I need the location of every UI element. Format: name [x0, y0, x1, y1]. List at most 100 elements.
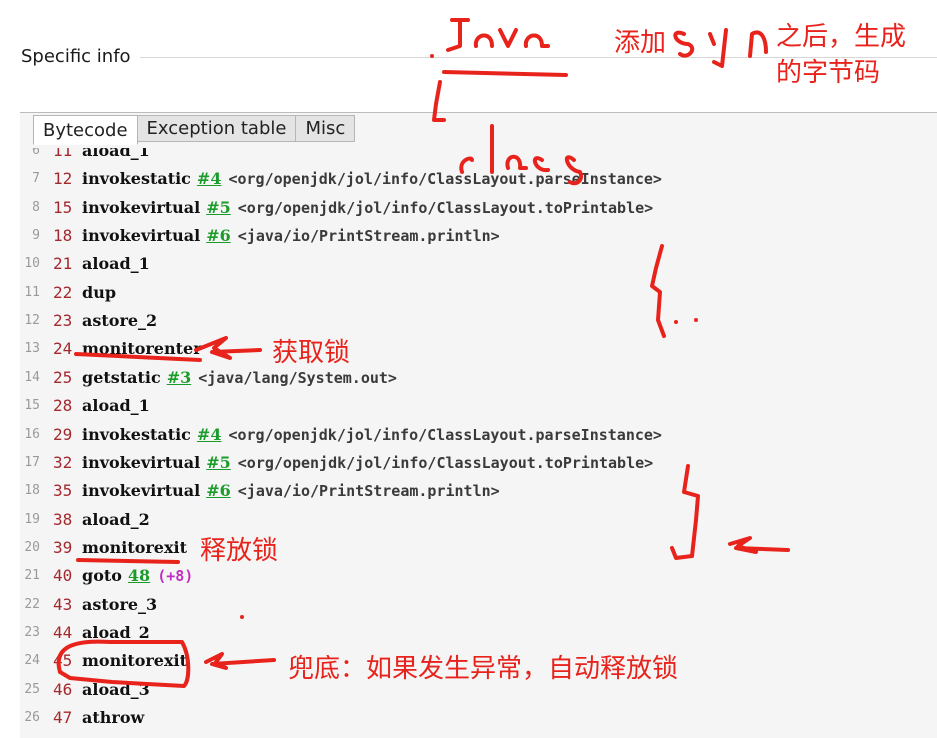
opcode: aload_1	[82, 396, 150, 416]
bytecode-offset: 43	[53, 594, 73, 614]
constant-pool-ref-link[interactable]: #5	[206, 453, 231, 472]
opcode-instruction: aload_2	[82, 623, 150, 642]
opcode-instruction: goto 48 (+8)	[82, 566, 193, 585]
line-number: 9	[32, 228, 40, 244]
line-number: 24	[24, 653, 40, 669]
line-number: 16	[24, 426, 40, 442]
left-gutter	[0, 112, 20, 737]
opcode-instruction: aload_3	[82, 680, 150, 699]
bytecode-row[interactable]: 11 22 dup	[20, 279, 937, 307]
bytecode-row[interactable]: 26 47 athrow	[20, 704, 937, 732]
opcode-instruction: aload_1	[82, 254, 150, 273]
line-number: 19	[24, 511, 40, 527]
bytecode-row[interactable]: 14 25 getstatic #3 <java/lang/System.out>	[20, 364, 937, 392]
member-comment: <org/openjdk/jol/info/ClassLayout.parseI…	[228, 170, 662, 189]
opcode-instruction: astore_3	[82, 595, 157, 614]
opcode-instruction: athrow	[82, 708, 144, 727]
bytecode-row[interactable]: 20 39 monitorexit	[20, 534, 937, 562]
line-number: 11	[24, 284, 40, 300]
bytecode-row[interactable]: 10 21 aload_1	[20, 250, 937, 278]
bytecode-offset: 23	[53, 311, 73, 331]
member-comment: <org/openjdk/jol/info/ClassLayout.toPrin…	[237, 198, 654, 217]
opcode: aload_2	[82, 622, 150, 642]
line-number: 13	[24, 341, 40, 357]
opcode-instruction: invokevirtual #5 <org/openjdk/jol/info/Cla…	[82, 453, 653, 472]
tab-bytecode[interactable]: Bytecode	[33, 115, 138, 145]
line-number: 26	[24, 710, 40, 725]
annotation-top-a: 添加	[614, 28, 667, 58]
opcode-instruction: monitorexit	[82, 651, 187, 670]
member-comment: <org/openjdk/jol/info/ClassLayout.toPrin…	[237, 453, 654, 472]
opcode: invokevirtual	[82, 197, 201, 217]
bytecode-row[interactable]: 23 44 aload_2	[20, 619, 937, 647]
bytecode-row[interactable]: 19 38 aload_2	[20, 506, 937, 534]
bytecode-offset: 28	[53, 396, 73, 416]
line-number: 17	[24, 454, 40, 470]
bytecode-row[interactable]: 17 32 invokevirtual #5 <org/openjdk/jol/info…	[20, 449, 937, 477]
opcode: astore_2	[82, 311, 158, 331]
member-comment: <java/lang/System.out>	[198, 368, 397, 387]
opcode: astore_3	[82, 594, 158, 614]
bytecode-offset: 45	[53, 651, 73, 671]
bytecode-row[interactable]: 9 18 invokevirtual #6 <java/io/PrintStream.p…	[20, 222, 937, 250]
bytecode-row[interactable]: 8 15 invokevirtual #5 <org/openjdk/jol/info/…	[20, 194, 937, 222]
constant-pool-ref-link[interactable]: #6	[206, 481, 231, 500]
opcode: invokestatic	[82, 169, 191, 189]
bytecode-offset: 18	[53, 226, 73, 246]
bytecode-row[interactable]: 22 43 astore_3	[20, 591, 937, 619]
tab-misc[interactable]: Misc	[295, 115, 356, 142]
bytecode-offset: 44	[53, 622, 73, 642]
opcode: athrow	[82, 708, 145, 727]
bytecode-offset: 46	[53, 679, 73, 699]
bytecode-offset: 29	[53, 424, 73, 444]
opcode-instruction: invokevirtual #6 <java/io/PrintStream.prin…	[82, 226, 500, 245]
opcode-instruction: getstatic #3 <java/lang/System.out>	[82, 368, 397, 387]
bytecode-row[interactable]: 13 24 monitorenter	[20, 335, 937, 363]
opcode-instruction: astore_2	[82, 311, 157, 330]
opcode-instruction: aload_1	[82, 148, 150, 160]
bytecode-row[interactable]: 6 11 aload_1	[20, 148, 937, 165]
opcode: monitorenter	[82, 339, 202, 359]
opcode-instruction: invokevirtual #5 <org/openjdk/jol/info/Cla…	[82, 198, 653, 217]
opcode: dup	[82, 282, 117, 302]
bytecode-offset: 24	[53, 339, 73, 359]
jump-offset: (+8)	[157, 567, 194, 586]
line-number: 23	[24, 624, 40, 640]
line-number: 15	[24, 398, 40, 414]
annotation-top-b: 之后，生成	[776, 22, 907, 52]
opcode-instruction: monitorexit	[82, 538, 187, 557]
bytecode-offset: 38	[53, 509, 73, 529]
bytecode-row[interactable]: 18 35 invokevirtual #6 <java/io/PrintStream.…	[20, 477, 937, 505]
line-number: 20	[24, 539, 40, 555]
bytecode-offset: 40	[53, 566, 73, 586]
tab-exception-table[interactable]: Exception table	[136, 115, 297, 142]
opcode-instruction: invokestatic #4 <org/openjdk/jol/info/Clas…	[82, 425, 662, 444]
constant-pool-ref-link[interactable]: #4	[197, 169, 222, 188]
opcode: goto	[82, 566, 122, 586]
opcode: invokestatic	[82, 424, 191, 444]
line-number: 18	[24, 483, 40, 499]
opcode-instruction: invokevirtual #6 <java/io/PrintStream.prin…	[82, 481, 500, 500]
opcode: aload_3	[82, 679, 150, 699]
bytecode-row[interactable]: 16 29 invokestatic #4 <org/openjdk/jol/info/…	[20, 421, 937, 449]
constant-pool-ref-link[interactable]: 48	[128, 566, 150, 585]
opcode-instruction: aload_2	[82, 510, 150, 529]
line-number: 10	[24, 256, 40, 272]
member-comment: <java/io/PrintStream.println>	[237, 482, 500, 501]
bytecode-row[interactable]: 12 23 astore_2	[20, 307, 937, 335]
opcode-instruction: invokestatic #4 <org/openjdk/jol/info/Clas…	[82, 169, 662, 188]
opcode: invokevirtual	[82, 452, 201, 472]
constant-pool-ref-link[interactable]: #4	[197, 425, 222, 444]
bytecode-row[interactable]: 21 40 goto 48 (+8)	[20, 562, 937, 590]
constant-pool-ref-link[interactable]: #3	[167, 368, 192, 387]
tab-bar: Bytecode Exception table Misc	[33, 115, 356, 145]
specific-info-title: Specific info	[21, 46, 131, 67]
bytecode-offset: 12	[53, 169, 73, 189]
bytecode-offset: 32	[53, 452, 73, 472]
opcode: monitorexit	[82, 537, 187, 557]
opcode: aload_1	[82, 254, 150, 274]
constant-pool-ref-link[interactable]: #5	[206, 198, 231, 217]
constant-pool-ref-link[interactable]: #6	[206, 226, 231, 245]
bytecode-row[interactable]: 7 12 invokestatic #4 <org/openjdk/jol/info/C…	[20, 165, 937, 193]
bytecode-row[interactable]: 15 28 aload_1	[20, 392, 937, 420]
